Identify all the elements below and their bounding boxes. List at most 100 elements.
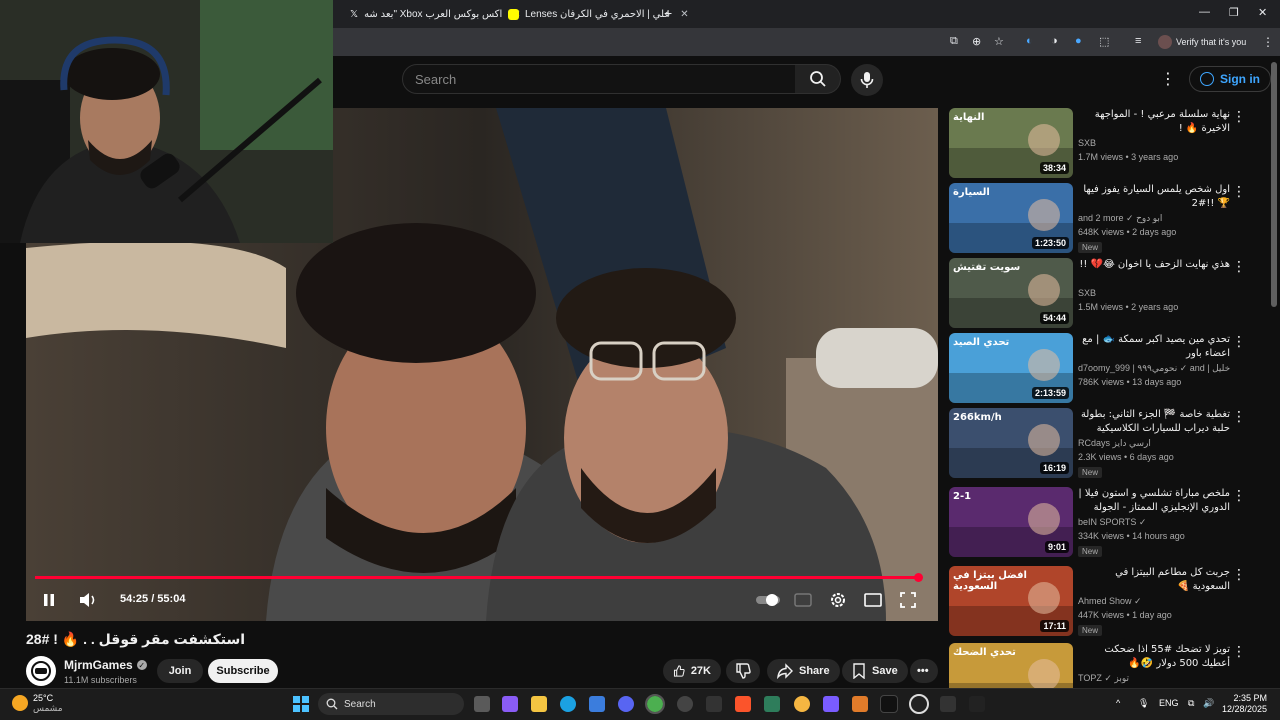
extension-icon[interactable]: ● — [1075, 35, 1082, 47]
recommendation-title[interactable]: هذي نهايت الزحف يا اخوان 😂💔 !! — [1078, 258, 1230, 286]
copilot-icon[interactable] — [502, 696, 518, 712]
search-button[interactable] — [795, 64, 841, 94]
recommendation-item[interactable]: السيارة 1:23:50 اول شخص يلمس السيارة يفوز … — [949, 183, 1249, 255]
extension-icon[interactable]: ◑ — [1051, 35, 1058, 47]
clock[interactable]: 2:35 PM 12/28/2025 — [1222, 693, 1267, 715]
discord-icon[interactable] — [618, 696, 634, 712]
video-thumbnail[interactable]: افضل بيتزا في السعودية 17:11 — [949, 566, 1073, 636]
app-icon[interactable] — [940, 696, 956, 712]
recommendation-title[interactable]: تويز لا تضحك #55 اذا ضحكت أعطيك 500 دولا… — [1078, 643, 1230, 671]
scrollbar[interactable] — [1271, 62, 1277, 307]
captions-button[interactable] — [794, 590, 812, 610]
close-window-icon[interactable]: ✕ — [1258, 6, 1267, 19]
channel-name[interactable]: MjrmGames ✓ — [64, 658, 147, 672]
recommendation-item[interactable]: النهاية 38:34 نهاية سلسلة مرعبي ! - المواج… — [949, 108, 1249, 180]
recommendation-channel[interactable]: SXB — [1078, 138, 1230, 148]
item-menu-icon[interactable]: ⋮ — [1232, 487, 1246, 504]
recommendation-item[interactable]: افضل بيتزا في السعودية 17:11 جربت كل مطاعم… — [949, 566, 1249, 638]
weather-widget[interactable]: 25°C مشمس — [12, 693, 63, 713]
save-button[interactable]: Save — [842, 659, 908, 683]
share-button[interactable]: Share — [767, 659, 840, 683]
recommendation-item[interactable]: 2-1 9:01 ملخص مباراة تشلسي و استون فيلا | … — [949, 487, 1249, 559]
recommendation-channel[interactable]: beIN SPORTS ✓ — [1078, 517, 1230, 528]
join-button[interactable]: Join — [157, 659, 203, 683]
tiktok-icon[interactable] — [880, 695, 898, 713]
taskbar-search[interactable]: Search — [318, 693, 464, 715]
item-menu-icon[interactable]: ⋮ — [1232, 183, 1246, 200]
app-icon[interactable] — [969, 696, 985, 712]
video-thumbnail[interactable]: النهاية 38:34 — [949, 108, 1073, 178]
autoplay-toggle[interactable] — [756, 590, 780, 610]
app-icon[interactable] — [852, 696, 868, 712]
recommendation-channel[interactable]: Ahmed Show ✓ — [1078, 596, 1230, 607]
channel-avatar[interactable] — [26, 656, 56, 686]
recommendation-channel[interactable]: d7oomy_999 | نحومي٩٩٩ ✓ and | ابو خليل .… — [1078, 363, 1230, 374]
recommendation-title[interactable]: اول شخص يلمس السيارة يفوز فيها 🏆 !!#2 — [1078, 183, 1230, 211]
theater-mode-button[interactable] — [864, 590, 882, 610]
cast-icon[interactable]: ⧉ — [950, 35, 958, 48]
task-view-icon[interactable] — [474, 696, 490, 712]
video-thumbnail[interactable]: 266km/h 16:19 — [949, 408, 1073, 478]
new-tab-icon[interactable]: + — [664, 5, 672, 21]
extensions-puzzle-icon[interactable]: ⬚ — [1099, 35, 1109, 48]
recommendation-channel[interactable]: SXB — [1078, 288, 1230, 298]
recommendation-channel[interactable]: RCdays ارسي دايز — [1078, 438, 1230, 449]
volume-button[interactable] — [78, 590, 98, 610]
video-progress-bar[interactable] — [35, 576, 918, 579]
more-options-icon[interactable]: ⋮ — [1160, 69, 1176, 89]
maximize-icon[interactable]: ❐ — [1229, 6, 1239, 19]
recommendation-title[interactable]: جربت كل مطاعم البيتزا في السعودية 🍕 — [1078, 566, 1230, 594]
like-button[interactable]: 27K — [663, 659, 721, 683]
subscribe-button[interactable]: Subscribe — [208, 659, 278, 683]
close-icon[interactable]: ✕ — [680, 9, 688, 20]
item-menu-icon[interactable]: ⋮ — [1232, 408, 1246, 425]
app-icon[interactable] — [794, 696, 810, 712]
pause-button[interactable] — [41, 590, 57, 610]
language-indicator[interactable]: ENG — [1159, 698, 1179, 708]
recommendation-title[interactable]: تغطية خاصة 🏁 الجزء الثاني: بطولة حلبة دي… — [1078, 408, 1230, 436]
edge-icon[interactable] — [560, 696, 576, 712]
extension-icon[interactable]: ◐ — [1026, 35, 1033, 47]
sign-in-button[interactable]: Sign in — [1189, 66, 1271, 92]
zoom-icon[interactable]: ⊕ — [972, 35, 981, 48]
verify-account-button[interactable]: Verify that it's you — [1158, 33, 1246, 51]
recommendation-channel[interactable]: and 2 more ✓ ابو دوح — [1078, 213, 1230, 224]
mic-tray-icon[interactable]: 🎙 — [1138, 698, 1149, 709]
store-icon[interactable] — [589, 696, 605, 712]
network-icon[interactable]: ⧉ — [1188, 698, 1194, 709]
speaker-icon[interactable]: 🔊 — [1203, 698, 1214, 709]
tray-chevron-icon[interactable]: ^ — [1116, 698, 1120, 708]
app-icon[interactable] — [823, 696, 839, 712]
recommendation-item[interactable]: سويت تفتيش 54:44 هذي نهايت الزحف يا اخوان … — [949, 258, 1249, 330]
video-thumbnail[interactable]: 2-1 9:01 — [949, 487, 1073, 557]
app-icon[interactable] — [764, 696, 780, 712]
item-menu-icon[interactable]: ⋮ — [1232, 566, 1246, 583]
video-thumbnail[interactable]: سويت تفتيش 54:44 — [949, 258, 1073, 328]
recommendation-item[interactable]: تحدي الصيد 2:13:59 تحدي مين يصيد اكبر سمكة… — [949, 333, 1249, 405]
minimize-icon[interactable]: — — [1199, 6, 1210, 18]
recommendation-title[interactable]: تحدي مين يصيد اكبر سمكة 🐟 | مع اعضاء باو… — [1078, 333, 1230, 361]
brave-icon[interactable] — [735, 696, 751, 712]
item-menu-icon[interactable]: ⋮ — [1232, 258, 1246, 275]
recommendation-channel[interactable]: TOPZ ✓ توبز — [1078, 673, 1230, 684]
bookmark-star-icon[interactable]: ☆ — [994, 35, 1004, 48]
media-control-icon[interactable]: ≡ — [1135, 35, 1141, 47]
recommendation-title[interactable]: ملخص مباراة تشلسي و استون فيلا | الدوري … — [1078, 487, 1230, 515]
video-thumbnail[interactable]: تحدي الصيد 2:13:59 — [949, 333, 1073, 403]
progress-scrubber[interactable] — [914, 573, 923, 582]
fullscreen-button[interactable] — [900, 590, 916, 610]
recommendation-item[interactable]: 266km/h 16:19 تغطية خاصة 🏁 الجزء الثاني: ب… — [949, 408, 1249, 480]
search-input[interactable]: Search — [402, 64, 796, 94]
voice-search-button[interactable] — [851, 64, 883, 96]
video-thumbnail[interactable]: السيارة 1:23:50 — [949, 183, 1073, 253]
recommendation-title[interactable]: نهاية سلسلة مرعبي ! - المواجهة الاخيرة 🔥… — [1078, 108, 1230, 136]
obs-icon[interactable] — [909, 694, 929, 714]
chrome-icon[interactable] — [645, 694, 665, 714]
settings-button[interactable] — [829, 590, 847, 610]
item-menu-icon[interactable]: ⋮ — [1232, 333, 1246, 350]
item-menu-icon[interactable]: ⋮ — [1232, 643, 1246, 660]
file-explorer-icon[interactable] — [531, 696, 547, 712]
more-actions-button[interactable]: ••• — [910, 659, 938, 683]
browser-menu-icon[interactable]: ⋮ — [1262, 35, 1274, 49]
github-icon[interactable] — [677, 696, 693, 712]
